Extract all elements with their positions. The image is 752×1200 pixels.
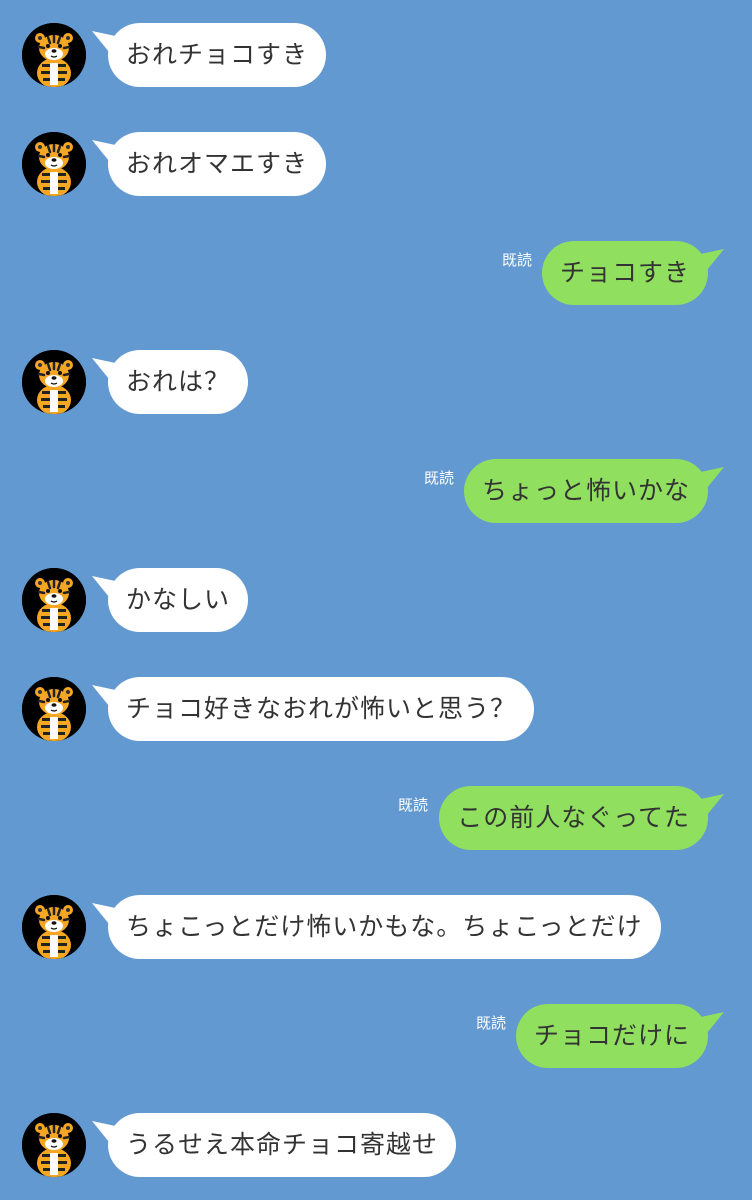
message-bubble[interactable]: チョコすき	[541, 241, 708, 305]
read-receipt: 既読	[501, 251, 532, 269]
tiger-avatar-icon[interactable]	[22, 23, 86, 87]
tiger-avatar-icon[interactable]	[22, 568, 86, 632]
message-row: うるせえ本命チョコ寄越せ	[0, 1113, 752, 1177]
message-bubble[interactable]: かなしい	[108, 568, 249, 632]
message-row: おれは？	[0, 350, 752, 414]
tiger-avatar-icon[interactable]	[22, 132, 86, 196]
message-bubble[interactable]: チョコだけに	[515, 1004, 708, 1068]
message-row: ちょこっとだけ怖いかもな。ちょこっとだけ	[0, 895, 752, 959]
message-row: チョコ好きなおれが怖いと思う？	[0, 677, 752, 741]
message-row: おれチョコすき	[0, 23, 752, 87]
message-row: 既読 この前人なぐってた	[0, 786, 752, 850]
tiger-avatar-icon[interactable]	[22, 1113, 86, 1177]
message-row: 既読 チョコすき	[0, 241, 752, 305]
message-bubble[interactable]: ちょっと怖いかな	[463, 459, 708, 523]
message-row: おれオマエすき	[0, 132, 752, 196]
message-bubble[interactable]: チョコ好きなおれが怖いと思う？	[108, 677, 535, 741]
message-bubble[interactable]: ちょこっとだけ怖いかもな。ちょこっとだけ	[108, 895, 661, 959]
tiger-avatar-icon[interactable]	[22, 895, 86, 959]
read-receipt: 既読	[397, 796, 428, 814]
tiger-avatar-icon[interactable]	[22, 677, 86, 741]
message-row: 既読 ちょっと怖いかな	[0, 459, 752, 523]
message-row: 既読 チョコだけに	[0, 1004, 752, 1068]
tiger-avatar-icon[interactable]	[22, 350, 86, 414]
message-bubble[interactable]: うるせえ本命チョコ寄越せ	[108, 1113, 457, 1177]
read-receipt: 既読	[423, 469, 454, 487]
message-bubble[interactable]: おれチョコすき	[108, 23, 327, 87]
read-receipt: 既読	[475, 1014, 506, 1032]
message-bubble[interactable]: おれは？	[108, 350, 249, 414]
message-bubble[interactable]: おれオマエすき	[108, 132, 327, 196]
message-row: かなしい	[0, 568, 752, 632]
message-bubble[interactable]: この前人なぐってた	[439, 786, 708, 850]
chat-thread[interactable]: おれチョコすき おれオマエすき 既読 チョコすき おれは？ 既読 ちょっと怖いか…	[0, 0, 752, 1200]
